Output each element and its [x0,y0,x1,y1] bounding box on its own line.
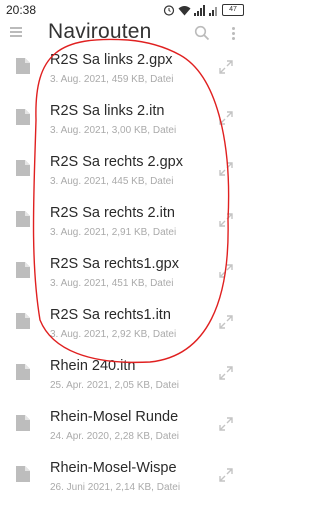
status-bar: 20:38 47 [0,0,248,20]
expand-icon[interactable] [219,60,233,74]
file-meta: 3. Aug. 2021, 3,00 KB, Datei [50,125,177,136]
page-title: Navirouten [48,20,152,43]
list-item[interactable]: R2S Sa links 2.itn 3. Aug. 2021, 3,00 KB… [0,99,248,150]
signal-icon [194,4,205,16]
file-meta: 3. Aug. 2021, 2,92 KB, Datei [50,329,177,340]
file-meta: 3. Aug. 2021, 459 KB, Datei [50,74,174,85]
file-icon [16,466,30,482]
list-item[interactable]: R2S Sa links 2.gpx 3. Aug. 2021, 459 KB,… [0,48,248,99]
expand-icon[interactable] [219,213,233,227]
file-name: Rhein-Mosel-Wispe [50,460,177,476]
expand-icon[interactable] [219,366,233,380]
file-list: R2S Sa links 2.gpx 3. Aug. 2021, 459 KB,… [0,48,248,507]
expand-icon[interactable] [219,111,233,125]
file-icon [16,58,30,74]
file-icon [16,262,30,278]
file-meta: 26. Juni 2021, 2,14 KB, Datei [50,482,181,493]
list-item[interactable]: R2S Sa rechts 2.gpx 3. Aug. 2021, 445 KB… [0,150,248,201]
file-icon [16,415,30,431]
list-item[interactable]: Rhein-Mosel Runde 24. Apr. 2020, 2,28 KB… [0,405,248,456]
file-icon [16,160,30,176]
file-icon [16,313,30,329]
file-name: Rhein-Mosel Runde [50,409,179,425]
file-meta: 3. Aug. 2021, 2,91 KB, Datei [50,227,177,238]
search-icon[interactable] [194,25,210,41]
file-name: R2S Sa links 2.gpx [50,52,173,68]
status-time: 20:38 [6,3,37,17]
list-item[interactable]: R2S Sa rechts1.itn 3. Aug. 2021, 2,92 KB… [0,303,248,354]
file-name: R2S Sa rechts1.gpx [50,256,179,272]
battery-level: 47 [229,6,237,13]
wifi-icon [178,5,191,15]
expand-icon[interactable] [219,162,233,176]
file-icon [16,364,30,380]
status-icons: 47 [163,3,244,17]
file-name: R2S Sa rechts 2.gpx [50,154,183,170]
file-meta: 25. Apr. 2021, 2,05 KB, Datei [50,380,179,391]
file-meta: 24. Apr. 2020, 2,28 KB, Datei [50,431,179,442]
alarm-icon [163,5,175,16]
expand-icon[interactable] [219,315,233,329]
file-name: R2S Sa rechts 2.itn [50,205,175,221]
expand-icon[interactable] [219,264,233,278]
file-meta: 3. Aug. 2021, 445 KB, Datei [50,176,174,187]
file-name: R2S Sa rechts1.itn [50,307,171,323]
list-item[interactable]: Rhein-Mosel-Wispe 26. Juni 2021, 2,14 KB… [0,456,248,507]
signal-icon-2 [209,6,217,16]
file-meta: 3. Aug. 2021, 451 KB, Datei [50,278,174,289]
file-name: Rhein 240.itn [50,358,136,374]
file-icon [16,211,30,227]
file-name: R2S Sa links 2.itn [50,103,165,119]
file-icon [16,109,30,125]
more-options-icon[interactable] [230,26,236,42]
list-item[interactable]: R2S Sa rechts 2.itn 3. Aug. 2021, 2,91 K… [0,201,248,252]
list-item[interactable]: Rhein 240.itn 25. Apr. 2021, 2,05 KB, Da… [0,354,248,405]
menu-icon[interactable] [10,27,24,39]
battery-icon: 47 [222,4,244,16]
expand-icon[interactable] [219,468,233,482]
list-item[interactable]: R2S Sa rechts1.gpx 3. Aug. 2021, 451 KB,… [0,252,248,303]
app-bar: Navirouten [0,20,248,48]
expand-icon[interactable] [219,417,233,431]
